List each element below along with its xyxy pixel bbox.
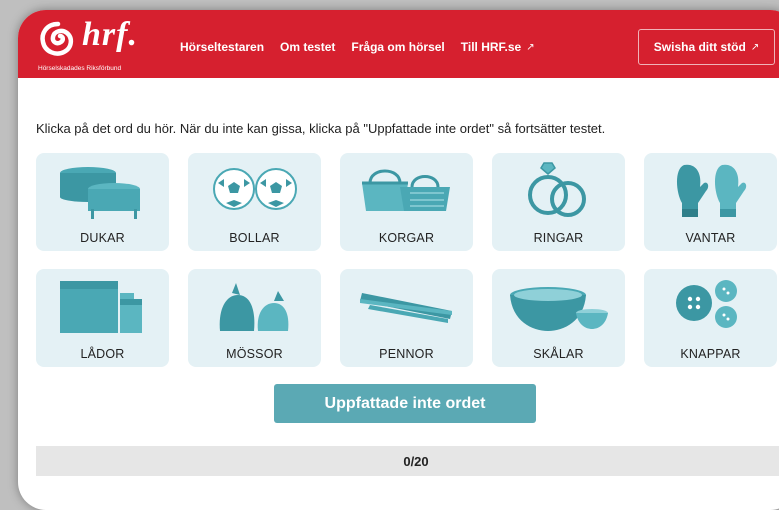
word-label: LÅDOR: [80, 347, 125, 361]
word-card-ringar[interactable]: RINGAR: [492, 153, 625, 251]
word-card-skalar[interactable]: SKÅLAR: [492, 269, 625, 367]
swish-donate-button[interactable]: Swisha ditt stöd ↗: [638, 29, 775, 65]
word-card-bollar[interactable]: BOLLAR: [188, 153, 321, 251]
boxes-icon: [60, 281, 142, 333]
external-link-icon: ↗: [526, 41, 535, 53]
external-link-icon: ↗: [750, 41, 760, 53]
word-card-knappar[interactable]: KNAPPAR: [644, 269, 777, 367]
buttons-icon: [676, 280, 737, 328]
nav-label: Till HRF.se: [460, 40, 522, 54]
word-card-ladar[interactable]: LÅDOR: [36, 269, 169, 367]
nav-horseltestaren[interactable]: Hörseltestaren: [169, 40, 275, 88]
word-label: SKÅLAR: [533, 347, 584, 361]
nav-label: Hörseltestaren: [180, 40, 265, 54]
nav-label: Fråga om hörsel: [351, 40, 445, 54]
word-card-pennor[interactable]: PENNOR: [340, 269, 473, 367]
mittens-icon: [677, 164, 747, 217]
word-label: PENNOR: [379, 347, 434, 361]
hats-icon: [219, 283, 289, 331]
progress-bar: 0/20: [36, 446, 779, 476]
nav-till-hrf[interactable]: Till HRF.se ↗: [461, 40, 535, 54]
word-label: RINGAR: [533, 231, 584, 245]
balls-icon: [213, 168, 297, 210]
word-card-vantar[interactable]: VANTAR: [644, 153, 777, 251]
pens-icon: [360, 293, 452, 323]
logo-wordmark: hrf.: [82, 16, 138, 53]
baskets-icon: [362, 169, 450, 211]
word-card-korgar[interactable]: KORGAR: [340, 153, 473, 251]
instruction-text: Klicka på det ord du hör. När du inte ka…: [36, 121, 606, 136]
nav-fraga-om-horsel[interactable]: Fråga om hörsel: [351, 40, 444, 54]
progress-counter: 0/20: [403, 453, 429, 469]
bowls-icon: [510, 287, 608, 331]
word-label: BOLLAR: [229, 231, 280, 245]
rings-icon: [528, 162, 586, 217]
word-label: KORGAR: [378, 231, 435, 245]
word-label: VANTAR: [685, 231, 736, 245]
word-label: DUKAR: [80, 231, 125, 245]
word-card-dukar[interactable]: DUKAR: [36, 153, 169, 251]
main-nav: Hörseltestaren Om testet Fråga om hörsel…: [169, 40, 551, 88]
donate-label: Swisha ditt stöd: [653, 40, 746, 54]
word-card-mossor[interactable]: MÖSSOR: [188, 269, 321, 367]
tablecloth-icon: [60, 167, 140, 219]
logo-subtitle: Hörselskadades Riksförbund: [38, 65, 122, 72]
word-label: KNAPPAR: [680, 347, 741, 361]
nav-label: Om testet: [280, 40, 336, 54]
hrf-logo[interactable]: hrf. Hörselskadades Riksförbund: [38, 16, 178, 74]
browser-viewport: hrf. Hörselskadades Riksförbund Hörselte…: [18, 10, 779, 510]
hrf-swirl-icon: [40, 21, 74, 56]
skip-word-button[interactable]: Uppfattade inte ordet: [274, 384, 536, 423]
word-label: MÖSSOR: [226, 347, 283, 361]
site-header: hrf. Hörselskadades Riksförbund Hörselte…: [18, 10, 779, 88]
nav-om-testet[interactable]: Om testet: [280, 40, 335, 54]
